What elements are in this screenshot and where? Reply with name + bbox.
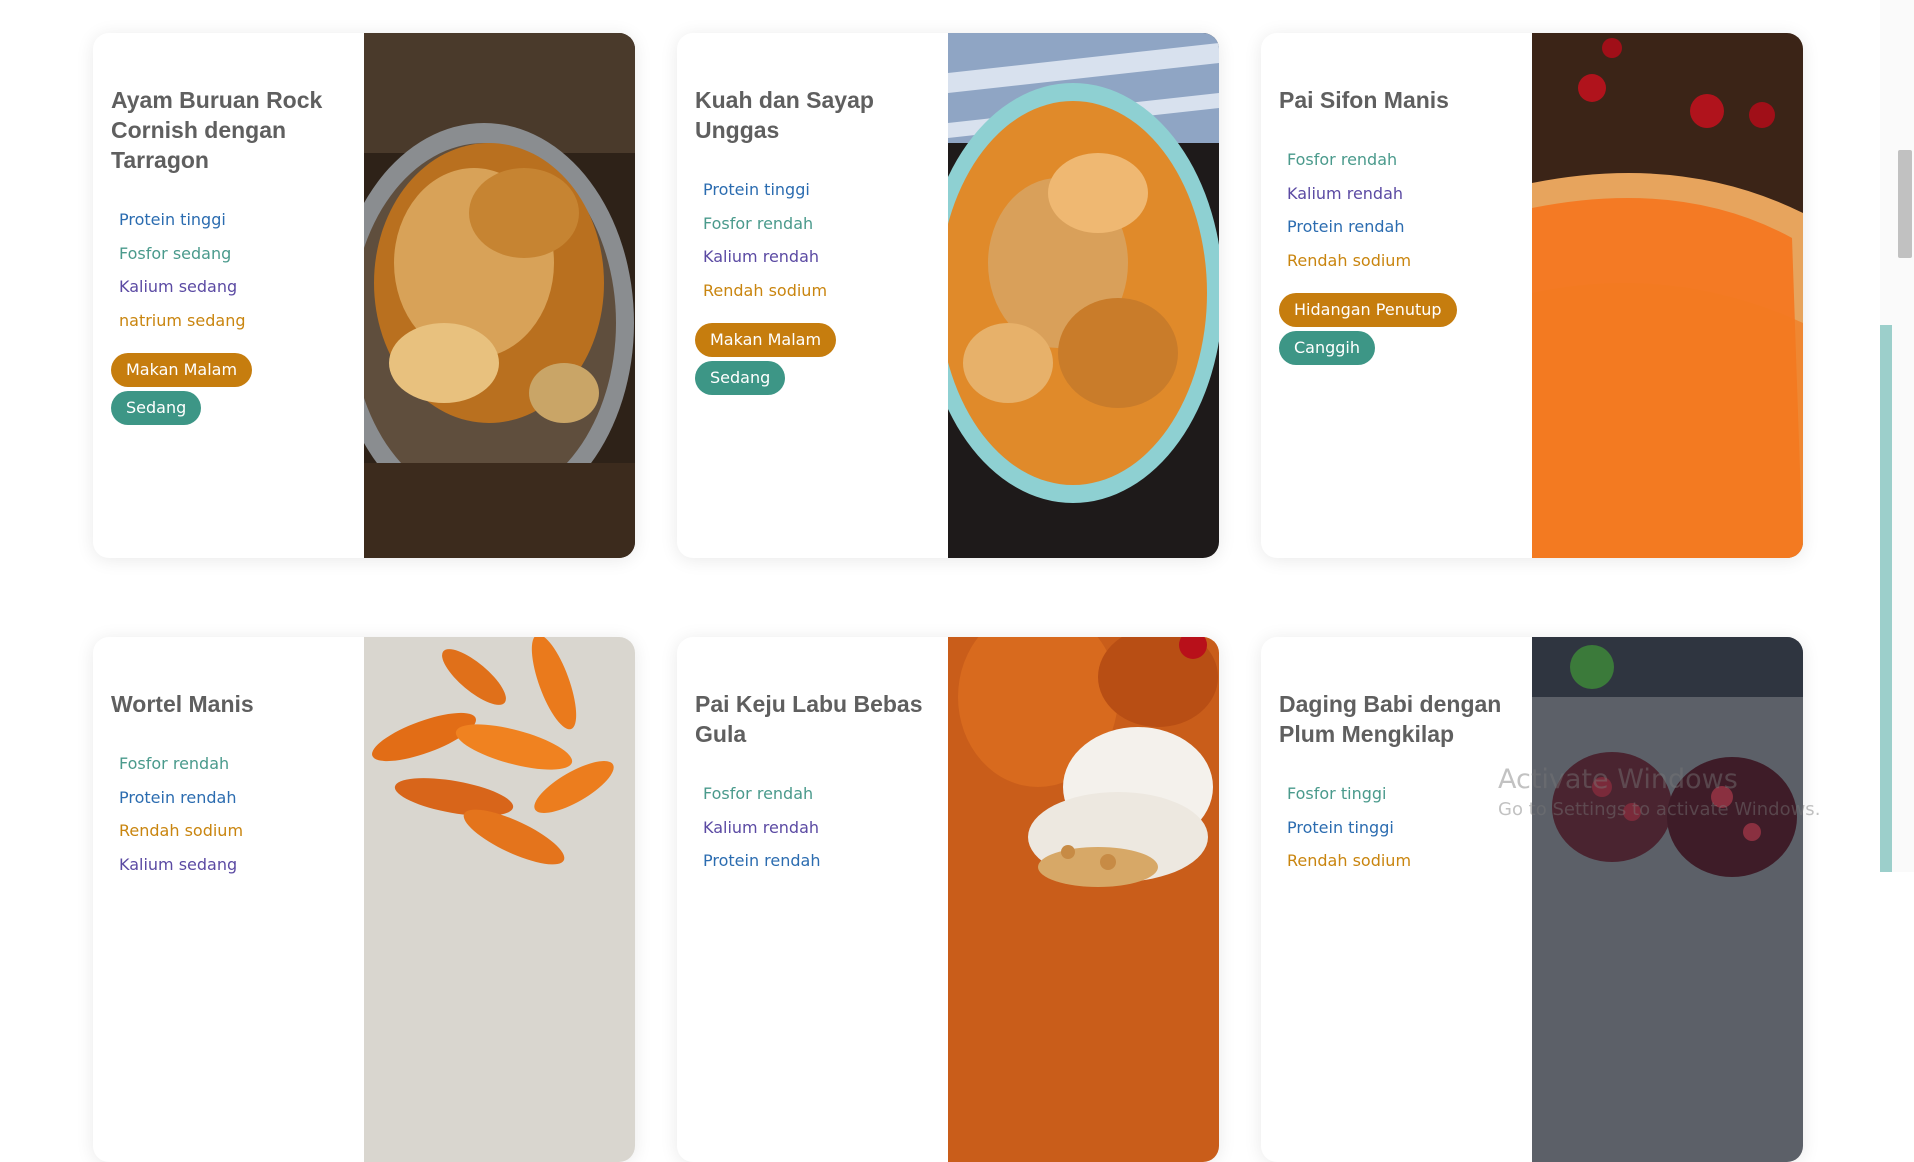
meal-tag[interactable]: Makan Malam [695,322,837,357]
nutrient-label: Fosfor tinggi [1287,784,1387,803]
recipe-card[interactable]: Ayam Buruan Rock Cornish dengan Tarragon… [93,33,635,558]
recipe-card[interactable]: Wortel Manis Fosfor rendah Protein renda… [93,637,635,1162]
recipe-card[interactable]: Kuah dan Sayap Unggas Protein tinggi Fos… [677,33,1219,558]
scrollbar-track-accent [1880,325,1892,872]
page-scrollbar[interactable] [1880,0,1914,872]
recipe-title[interactable]: Pai Sifon Manis [1279,85,1511,115]
recipe-title[interactable]: Kuah dan Sayap Unggas [695,85,927,145]
nutrient-label: Protein rendah [1287,217,1405,236]
difficulty-tag[interactable]: Canggih [1279,330,1376,365]
nutrient-label: Fosfor rendah [703,784,814,803]
recipe-photo-glazed-carrots[interactable] [364,637,635,1162]
nutrient-label: Protein rendah [703,851,821,870]
recipe-title[interactable]: Pai Keju Labu Bebas Gula [695,689,927,749]
tag-list: Makan Malam Sedang [111,352,343,425]
nutrient-label: Fosfor rendah [703,213,814,233]
nutrient-label: Protein rendah [119,787,237,807]
nutrient-label: Rendah sodium [1287,851,1412,870]
recipe-card[interactable]: Pai Sifon Manis Fosfor rendah Kalium ren… [1261,33,1803,558]
recipe-photo-chicken-curry[interactable] [948,33,1219,558]
nutrient-label: Kalium sedang [119,854,238,874]
nutrient-label: Kalium rendah [1287,183,1404,203]
nutrient-label: Fosfor rendah [119,754,230,773]
meal-tag[interactable]: Makan Malam [111,352,253,387]
nutrient-label: natrium sedang [119,310,246,330]
recipe-card[interactable]: Pai Keju Labu Bebas Gula Fosfor rendah K… [677,637,1219,1162]
recipe-photo-roast-chicken[interactable] [364,33,635,558]
tag-list: Makan Malam Sedang [695,322,927,395]
difficulty-tag[interactable]: Sedang [111,390,202,425]
nutrient-label: Protein tinggi [1287,817,1394,837]
activate-windows-watermark: Activate Windows Go to Settings to activ… [1498,763,1820,823]
recipe-title[interactable]: Wortel Manis [111,689,343,719]
nutrient-label: Fosfor rendah [1287,150,1398,169]
recipe-title[interactable]: Daging Babi dengan Plum Mengkilap [1279,689,1511,749]
nutrient-label: Rendah sodium [119,821,244,840]
recipe-photo-pumpkin-cheesecake[interactable] [948,637,1219,1162]
watermark-title: Activate Windows [1498,764,1738,795]
nutrient-label: Protein tinggi [703,180,810,199]
difficulty-tag[interactable]: Sedang [695,360,786,395]
tag-list: Hidangan Penutup Canggih [1279,292,1511,365]
nutrient-label: Kalium rendah [703,247,820,266]
nutrient-label: Fosfor sedang [119,243,232,263]
recipe-title[interactable]: Ayam Buruan Rock Cornish dengan Tarragon [111,85,343,175]
recipe-card[interactable]: Daging Babi dengan Plum Mengkilap Fosfor… [1261,637,1803,1162]
nutrient-label: Rendah sodium [703,280,828,300]
recipe-photo-sweet-pie[interactable] [1532,33,1803,558]
nutrient-label: Rendah sodium [1287,250,1412,270]
nutrient-label: Kalium rendah [703,817,820,837]
nutrient-label: Kalium sedang [119,277,238,296]
recipe-grid: Ayam Buruan Rock Cornish dengan Tarragon… [0,0,1880,1162]
nutrient-label: Protein tinggi [119,210,226,229]
scrollbar-thumb[interactable] [1898,150,1912,258]
recipe-photo-plum-pork[interactable] [1532,637,1803,1162]
watermark-subtitle: Go to Settings to activate Windows. [1498,799,1821,820]
meal-tag[interactable]: Hidangan Penutup [1279,292,1457,327]
